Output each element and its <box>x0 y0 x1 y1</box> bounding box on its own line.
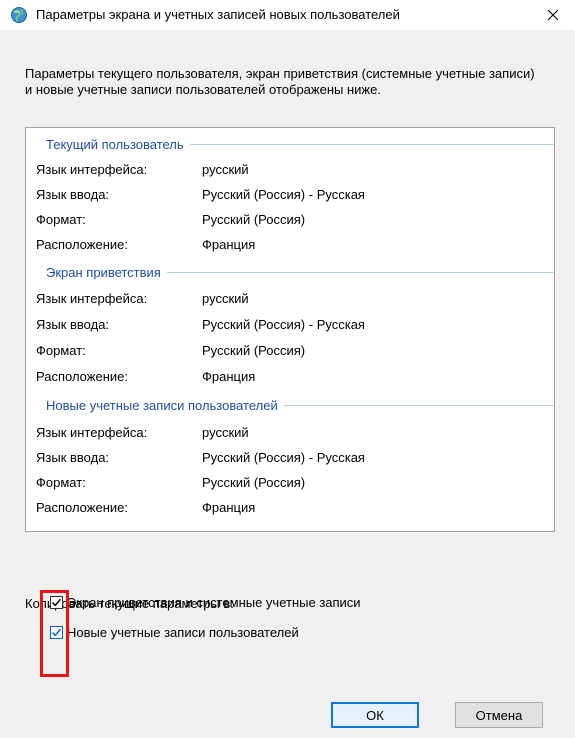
checkbox-label[interactable]: Новые учетные записи пользователей <box>67 625 299 640</box>
row-input-language: Язык ввода: Русский (Россия) - Русская <box>36 448 546 466</box>
ok-button[interactable]: ОК <box>331 702 419 728</box>
welcome-screen-checkbox-row[interactable]: Экран приветствия и системные учетные за… <box>50 593 361 611</box>
close-button[interactable] <box>531 0 575 30</box>
row-value: Русский (Россия) <box>202 211 306 227</box>
section-new-accounts: Новые учетные записи пользователей <box>46 396 554 414</box>
row-label: Язык интерфейса: <box>36 424 148 440</box>
row-value: Франция <box>202 368 256 384</box>
row-format: Формат: Русский (Россия) <box>36 210 546 228</box>
row-label: Формат: <box>36 474 86 490</box>
cancel-button[interactable]: Отмена <box>455 702 543 728</box>
window-title: Параметры экрана и учетных записей новых… <box>36 7 400 22</box>
row-label: Язык ввода: <box>36 449 110 465</box>
section-title: Текущий пользователь <box>46 136 184 152</box>
row-value: Русский (Россия) - Русская <box>202 449 365 465</box>
row-value: русский <box>202 161 249 177</box>
row-label: Формат: <box>36 211 86 227</box>
row-value: Русский (Россия) - Русская <box>202 186 365 202</box>
section-divider <box>166 271 554 273</box>
row-label: Расположение: <box>36 368 128 384</box>
intro-text: Параметры текущего пользователя, экран п… <box>25 66 535 97</box>
section-title: Экран приветствия <box>46 264 161 280</box>
row-ui-language: Язык интерфейса: русский <box>36 423 546 441</box>
globe-settings-icon <box>10 6 28 24</box>
dialog-window: Параметры экрана и учетных записей новых… <box>0 0 575 738</box>
row-label: Расположение: <box>36 499 128 515</box>
checkbox-label[interactable]: Экран приветствия и системные учетные за… <box>67 595 361 610</box>
section-welcome-screen: Экран приветствия <box>46 263 554 281</box>
row-value: русский <box>202 424 249 440</box>
row-label: Язык ввода: <box>36 186 110 202</box>
settings-panel: Текущий пользователь Язык интерфейса: ру… <box>25 127 555 532</box>
row-label: Язык ввода: <box>36 316 110 332</box>
row-input-language: Язык ввода: Русский (Россия) - Русская <box>36 185 546 203</box>
row-value: Русский (Россия) - Русская <box>202 316 365 332</box>
section-divider <box>283 404 554 406</box>
row-value: Русский (Россия) <box>202 342 306 358</box>
highlight-box <box>40 590 69 677</box>
section-title: Новые учетные записи пользователей <box>46 397 278 413</box>
section-divider <box>189 143 554 145</box>
row-format: Формат: Русский (Россия) <box>36 473 546 491</box>
row-input-language: Язык ввода: Русский (Россия) - Русская <box>36 315 546 333</box>
new-accounts-checkbox-row[interactable]: Новые учетные записи пользователей <box>50 623 299 641</box>
close-icon <box>547 9 559 21</box>
row-location: Расположение: Франция <box>36 367 546 385</box>
row-label: Язык интерфейса: <box>36 290 148 306</box>
row-location: Расположение: Франция <box>36 235 546 253</box>
section-current-user: Текущий пользователь <box>46 135 554 153</box>
row-ui-language: Язык интерфейса: русский <box>36 289 546 307</box>
row-value: Франция <box>202 499 256 515</box>
row-label: Формат: <box>36 342 86 358</box>
row-label: Язык интерфейса: <box>36 161 148 177</box>
row-format: Формат: Русский (Россия) <box>36 341 546 359</box>
row-value: русский <box>202 290 249 306</box>
row-value: Франция <box>202 236 256 252</box>
title-bar: Параметры экрана и учетных записей новых… <box>0 0 575 30</box>
row-ui-language: Язык интерфейса: русский <box>36 160 546 178</box>
row-label: Расположение: <box>36 236 128 252</box>
row-location: Расположение: Франция <box>36 498 546 516</box>
row-value: Русский (Россия) <box>202 474 306 490</box>
